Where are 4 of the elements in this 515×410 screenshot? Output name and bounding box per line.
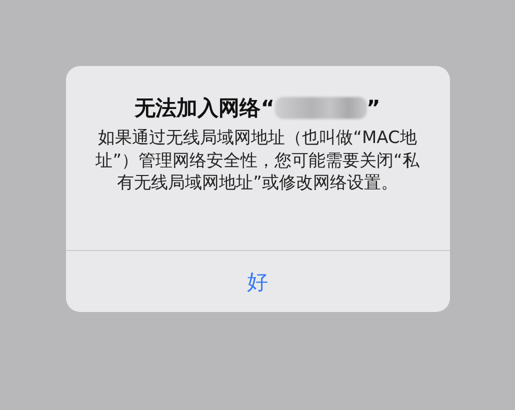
alert-title: 无法加入网络“ (134, 95, 274, 122)
ok-button[interactable]: 好 (66, 251, 450, 312)
closing-quote: ” (366, 96, 380, 120)
alert-message: 如果通过无线局域网地址（也叫做“MAC地址”）管理网络安全性，您可能需要关闭“私有无线局域网地址”或修改网络设置。 (94, 127, 420, 194)
